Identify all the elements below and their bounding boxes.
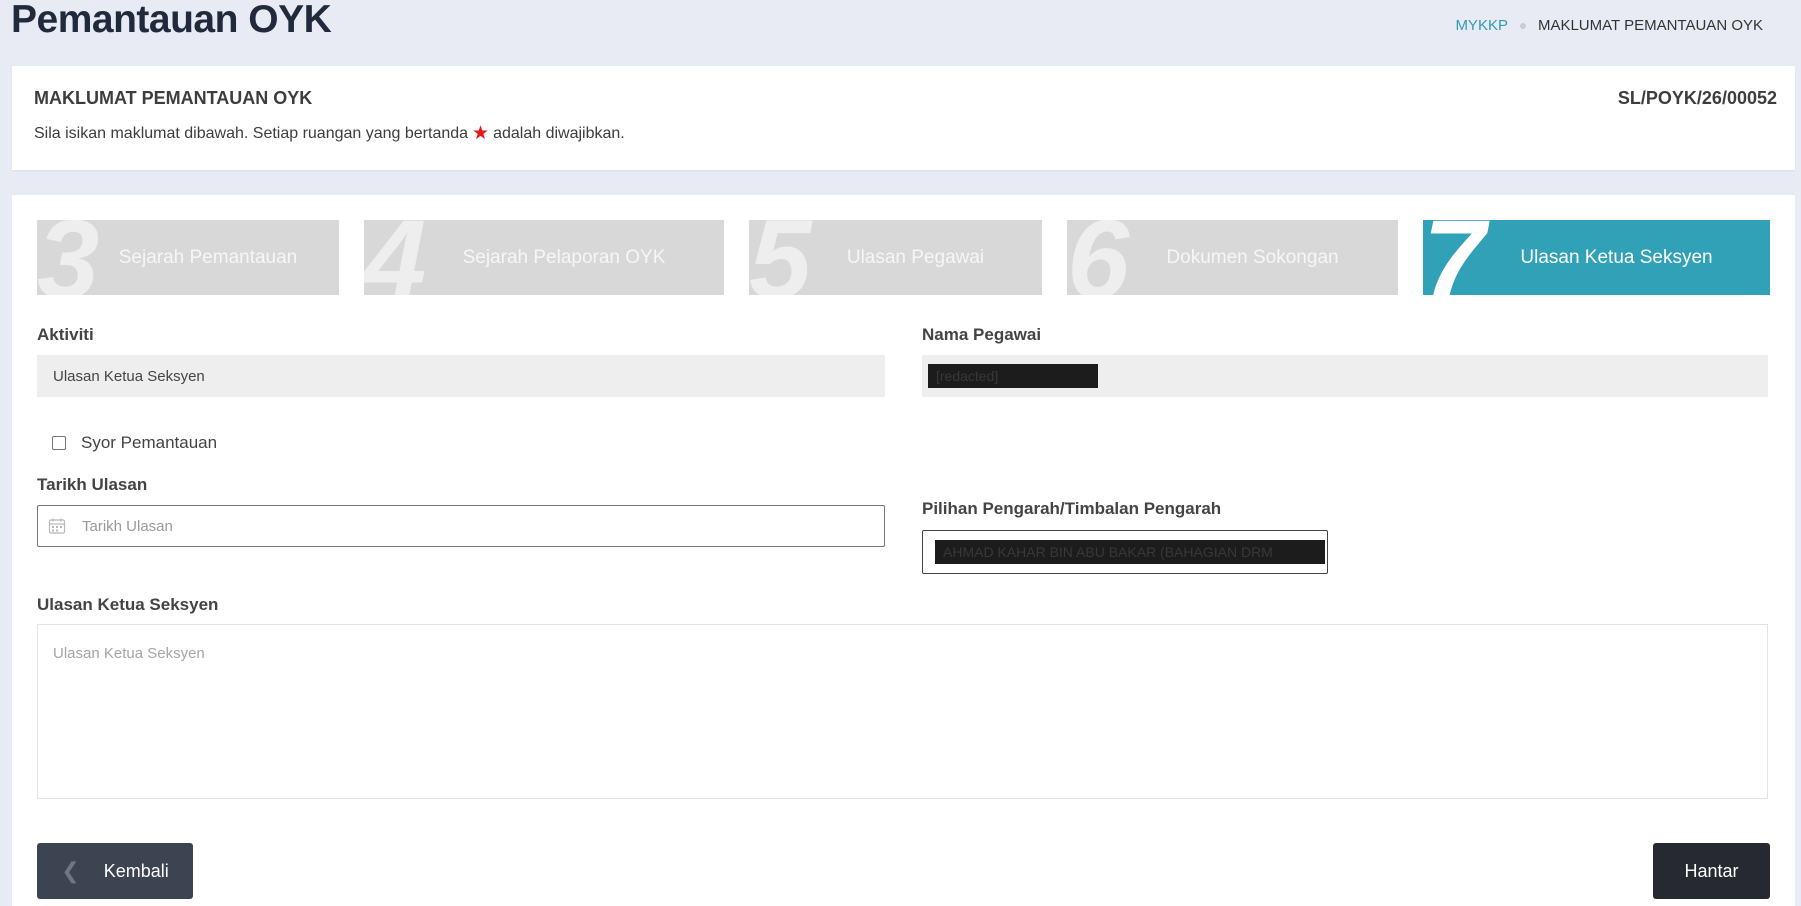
info-desc-before: Sila isikan maklumat dibawah. Setiap rua…: [34, 124, 469, 142]
aktiviti-field: Ulasan Ketua Seksyen: [37, 355, 885, 397]
back-button-label: Kembali: [103, 860, 169, 881]
syor-pemantauan-row: Syor Pemantauan: [52, 433, 217, 453]
ulasan-ketua-seksyen-label: Ulasan Ketua Seksyen: [37, 595, 219, 614]
info-desc-after: adalah diwajibkan.: [493, 124, 625, 142]
calendar-icon: [48, 518, 66, 534]
step-7[interactable]: 7 Ulasan Ketua Seksyen: [1423, 220, 1770, 295]
submit-button-label: Hantar: [1684, 860, 1739, 881]
ulasan-placeholder: Ulasan Ketua Seksyen: [53, 645, 205, 662]
step-3[interactable]: 3 Sejarah Pemantauan: [37, 220, 339, 295]
breadcrumb-current: MAKLUMAT PEMANTAUAN OYK: [1537, 17, 1763, 34]
step-label: Sejarah Pelaporan OYK: [462, 246, 666, 268]
pengarah-label: Pilihan Pengarah/Timbalan Pengarah: [922, 499, 1222, 518]
syor-pemantauan-checkbox[interactable]: [52, 436, 66, 450]
aktiviti-value: Ulasan Ketua Seksyen: [53, 367, 205, 385]
nama-pegawai-value: [redacted]: [928, 364, 1098, 388]
tarikh-ulasan-placeholder: Tarikh Ulasan: [82, 517, 173, 535]
step-label: Ulasan Ketua Seksyen: [1520, 246, 1713, 268]
reference-number: SL/POYK/26/00052: [1617, 88, 1777, 108]
step-label: Dokumen Sokongan: [1166, 246, 1339, 268]
ulasan-ketua-seksyen-textarea[interactable]: Ulasan Ketua Seksyen: [37, 624, 1768, 799]
step-4[interactable]: 4 Sejarah Pelaporan OYK: [364, 220, 724, 295]
info-description: Sila isikan maklumat dibawah. Setiap rua…: [34, 124, 625, 143]
step-6[interactable]: 6 Dokumen Sokongan: [1067, 220, 1398, 295]
form-card: 3 Sejarah Pemantauan 4 Sejarah Pelaporan…: [12, 195, 1795, 906]
tarikh-ulasan-label: Tarikh Ulasan: [37, 475, 148, 494]
back-button[interactable]: ❮ Kembali: [37, 843, 193, 899]
info-title: MAKLUMAT PEMANTAUAN OYK: [34, 88, 313, 108]
pengarah-selected-value: AHMAD KAHAR BIN ABU BAKAR (BAHAGIAN DRM: [935, 540, 1325, 564]
step-label: Sejarah Pemantauan: [118, 246, 298, 268]
breadcrumb-separator: [1519, 22, 1526, 29]
submit-button[interactable]: Hantar: [1653, 843, 1770, 899]
star-icon: ★: [472, 123, 490, 144]
info-card: MAKLUMAT PEMANTAUAN OYK SL/POYK/26/00052…: [12, 66, 1795, 170]
step-label: Ulasan Pegawai: [846, 246, 985, 268]
chevron-left-icon: ❮: [61, 858, 80, 883]
tarikh-ulasan-input[interactable]: Tarikh Ulasan: [37, 505, 885, 547]
step-5[interactable]: 5 Ulasan Pegawai: [749, 220, 1042, 295]
aktiviti-label: Aktiviti: [37, 325, 94, 344]
page-title: Pemantauan OYK: [11, 0, 332, 41]
nama-pegawai-field: [redacted]: [922, 355, 1768, 397]
nama-pegawai-label: Nama Pegawai: [922, 325, 1042, 344]
pengarah-select[interactable]: AHMAD KAHAR BIN ABU BAKAR (BAHAGIAN DRM: [922, 530, 1328, 574]
syor-pemantauan-label: Syor Pemantauan: [81, 433, 218, 452]
breadcrumb-link-mykkp[interactable]: MYKKP: [1455, 17, 1508, 34]
breadcrumb: MYKKP MAKLUMAT PEMANTAUAN OYK: [1455, 17, 1763, 34]
